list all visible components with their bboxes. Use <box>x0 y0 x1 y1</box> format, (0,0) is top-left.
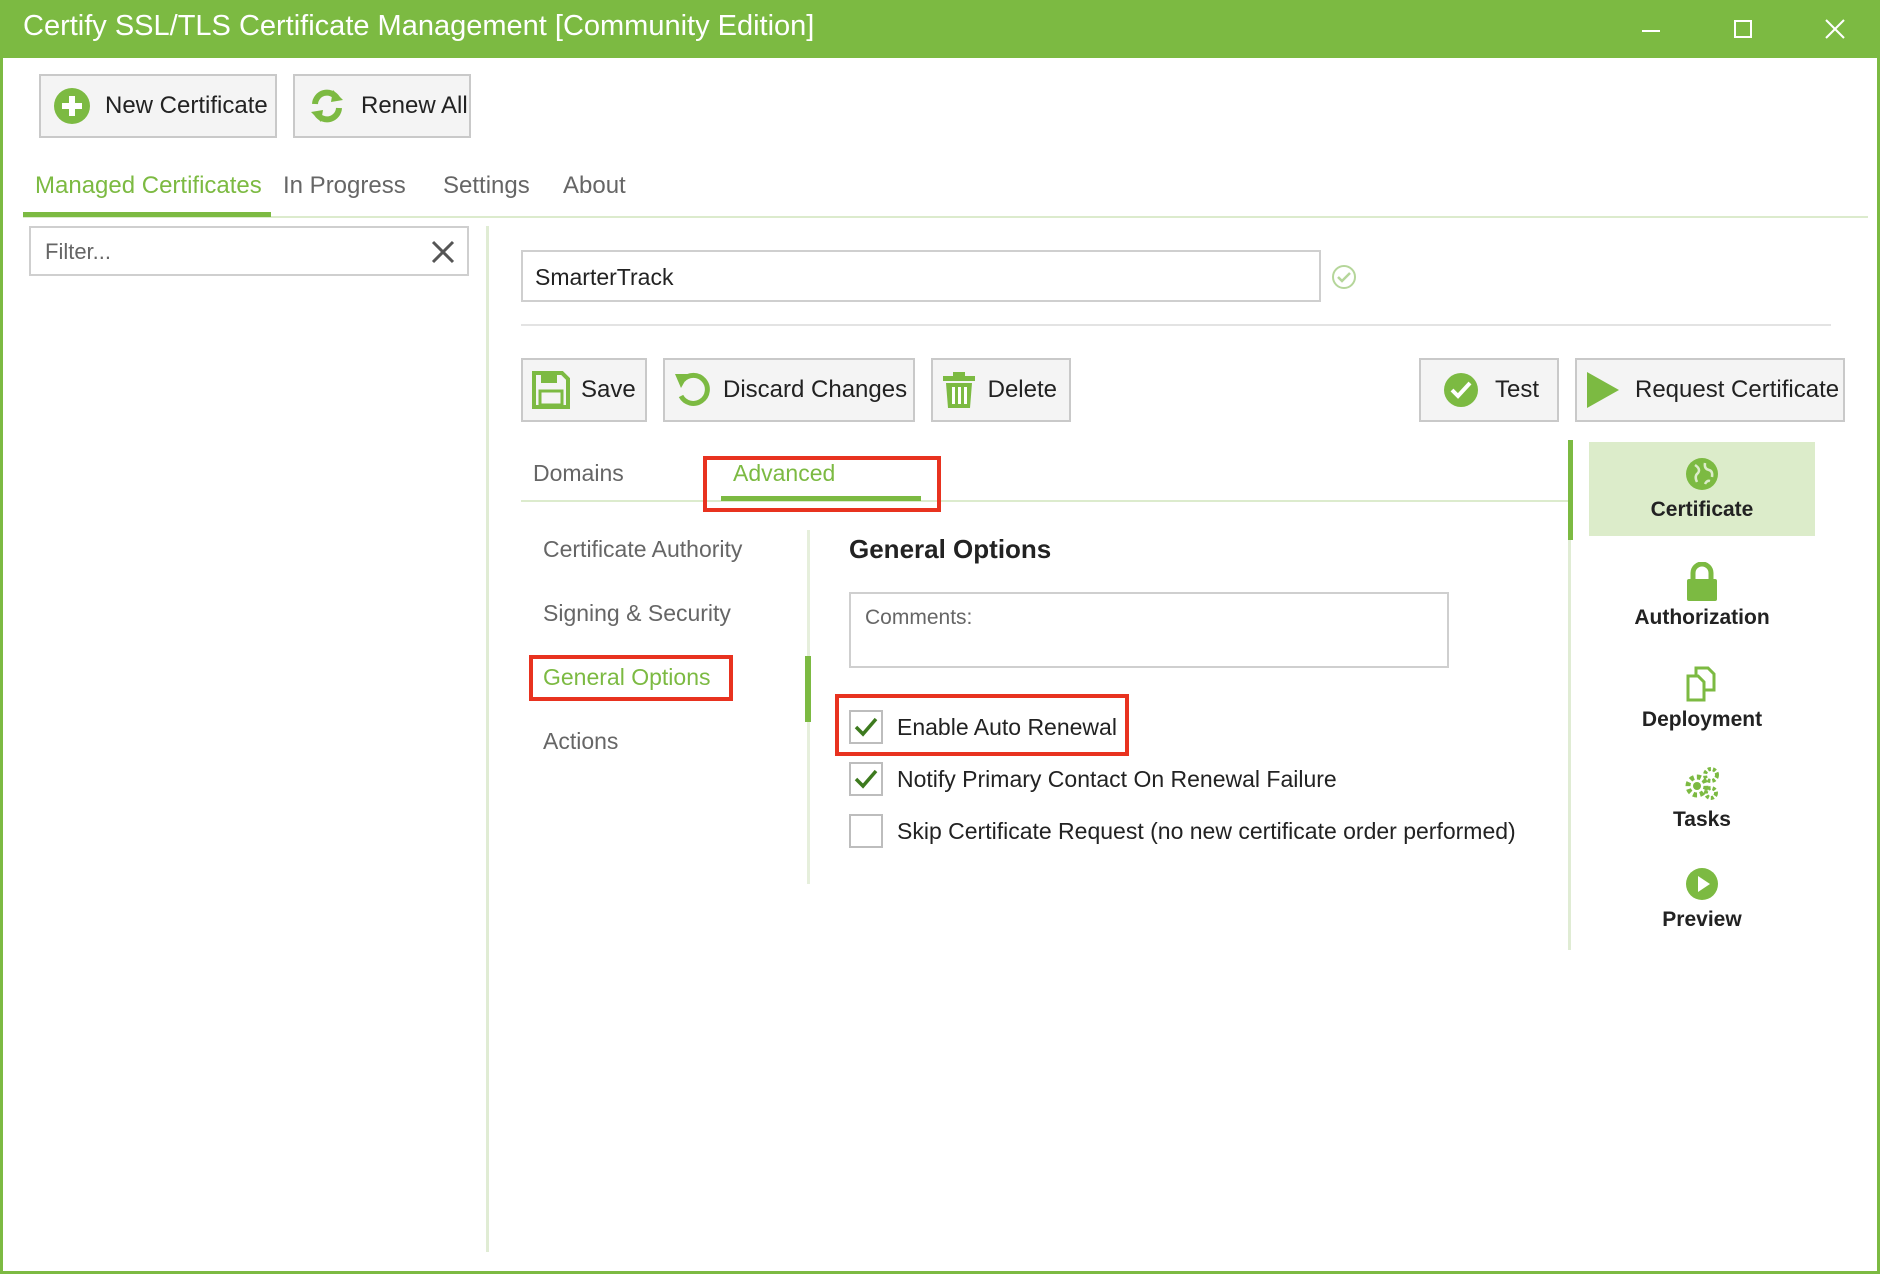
discard-changes-label: Discard Changes <box>723 376 908 403</box>
nav-certificate-authority[interactable]: Certificate Authority <box>543 536 742 563</box>
save-label: Save <box>581 376 636 403</box>
minimize-button[interactable] <box>1609 0 1693 58</box>
active-subtab-indicator <box>721 496 921 501</box>
notify-contact-checkbox[interactable] <box>849 762 883 796</box>
nav-signing-security[interactable]: Signing & Security <box>543 600 731 627</box>
check-circle-icon <box>1332 265 1356 289</box>
save-button[interactable]: Save <box>521 358 647 422</box>
right-nav-authorization-label: Authorization <box>1634 606 1770 629</box>
sub-tabs: Domains Advanced <box>521 460 1571 502</box>
renew-all-button[interactable]: Renew All <box>293 74 471 138</box>
maximize-icon <box>1734 20 1752 38</box>
skip-request-checkbox[interactable] <box>849 814 883 848</box>
tab-domains[interactable]: Domains <box>533 460 624 487</box>
delete-label: Delete <box>987 376 1057 403</box>
test-button[interactable]: Test <box>1419 358 1559 422</box>
right-nav-certificate-label: Certificate <box>1650 498 1754 521</box>
lock-icon <box>1684 562 1720 601</box>
close-button[interactable] <box>1793 0 1877 58</box>
discard-changes-button[interactable]: Discard Changes <box>663 358 915 422</box>
new-certificate-button[interactable]: New Certificate <box>39 74 277 138</box>
renew-all-label: Renew All <box>361 92 468 119</box>
trash-icon <box>941 370 978 410</box>
window-title: Certify SSL/TLS Certificate Management [… <box>23 10 815 42</box>
request-certificate-label: Request Certificate <box>1635 376 1840 403</box>
maximize-button[interactable] <box>1701 0 1785 58</box>
enable-auto-renewal-row[interactable]: Enable Auto Renewal <box>849 708 1117 746</box>
close-icon <box>1825 19 1845 39</box>
enable-auto-renewal-label: Enable Auto Renewal <box>897 713 1117 740</box>
test-label: Test <box>1495 376 1540 403</box>
checkmark-icon <box>854 717 878 737</box>
undo-icon <box>673 370 713 410</box>
right-nav-preview-label: Preview <box>1662 908 1742 931</box>
globe-icon <box>1684 456 1720 492</box>
right-nav-tasks-label: Tasks <box>1673 808 1731 831</box>
panel-divider[interactable] <box>486 226 489 1252</box>
minimize-icon <box>1642 30 1660 32</box>
comments-box <box>849 592 1449 668</box>
clear-filter-button[interactable] <box>427 236 459 268</box>
tab-advanced[interactable]: Advanced <box>733 460 835 487</box>
main-tabs: Managed Certificates In Progress Setting… <box>23 172 1868 218</box>
active-nav-indicator <box>805 656 811 722</box>
enable-auto-renewal-checkbox[interactable] <box>849 710 883 744</box>
request-certificate-button[interactable]: Request Certificate <box>1575 358 1845 422</box>
active-tab-indicator <box>23 212 271 217</box>
comments-input[interactable] <box>865 606 1435 660</box>
right-nav-deployment-label: Deployment <box>1641 708 1763 731</box>
certificate-name-input[interactable] <box>535 262 1295 292</box>
tab-managed-certificates[interactable]: Managed Certificates <box>35 172 262 200</box>
refresh-icon <box>307 86 347 126</box>
divider <box>521 324 1831 326</box>
active-right-nav-indicator <box>1568 440 1573 540</box>
play-icon <box>1585 370 1621 410</box>
skip-request-label: Skip Certificate Request (no new certifi… <box>897 817 1516 844</box>
checkmark-icon <box>854 769 878 789</box>
nav-actions[interactable]: Actions <box>543 728 618 755</box>
delete-button[interactable]: Delete <box>931 358 1071 422</box>
app-window: Certify SSL/TLS Certificate Management [… <box>0 0 1880 1274</box>
section-title: General Options <box>849 534 1052 564</box>
tab-about[interactable]: About <box>563 172 626 200</box>
tab-in-progress[interactable]: In Progress <box>283 172 406 200</box>
right-nav-deployment[interactable]: Deployment <box>1589 652 1815 746</box>
right-nav-certificate[interactable]: Certificate <box>1589 442 1815 536</box>
close-icon <box>431 240 455 264</box>
nav-general-options[interactable]: General Options <box>543 664 710 691</box>
check-circle-icon <box>1441 370 1481 410</box>
new-certificate-label: New Certificate <box>105 92 268 119</box>
gears-icon <box>1684 766 1720 802</box>
notify-contact-row[interactable]: Notify Primary Contact On Renewal Failur… <box>849 760 1337 798</box>
right-nav-preview[interactable]: Preview <box>1589 852 1815 946</box>
right-nav-authorization[interactable]: Authorization <box>1589 550 1815 644</box>
plus-circle-icon <box>53 86 91 126</box>
right-nav-tasks[interactable]: Tasks <box>1589 752 1815 846</box>
certificate-name-box <box>521 250 1321 302</box>
tab-settings[interactable]: Settings <box>443 172 530 200</box>
copy-icon <box>1684 666 1720 702</box>
skip-request-row[interactable]: Skip Certificate Request (no new certifi… <box>849 812 1516 850</box>
title-bar: Certify SSL/TLS Certificate Management [… <box>3 0 1880 58</box>
notify-contact-label: Notify Primary Contact On Renewal Failur… <box>897 765 1337 792</box>
play-icon <box>1684 866 1720 902</box>
filter-input[interactable] <box>45 237 405 267</box>
filter-box <box>29 226 469 276</box>
save-disk-icon <box>531 370 571 410</box>
